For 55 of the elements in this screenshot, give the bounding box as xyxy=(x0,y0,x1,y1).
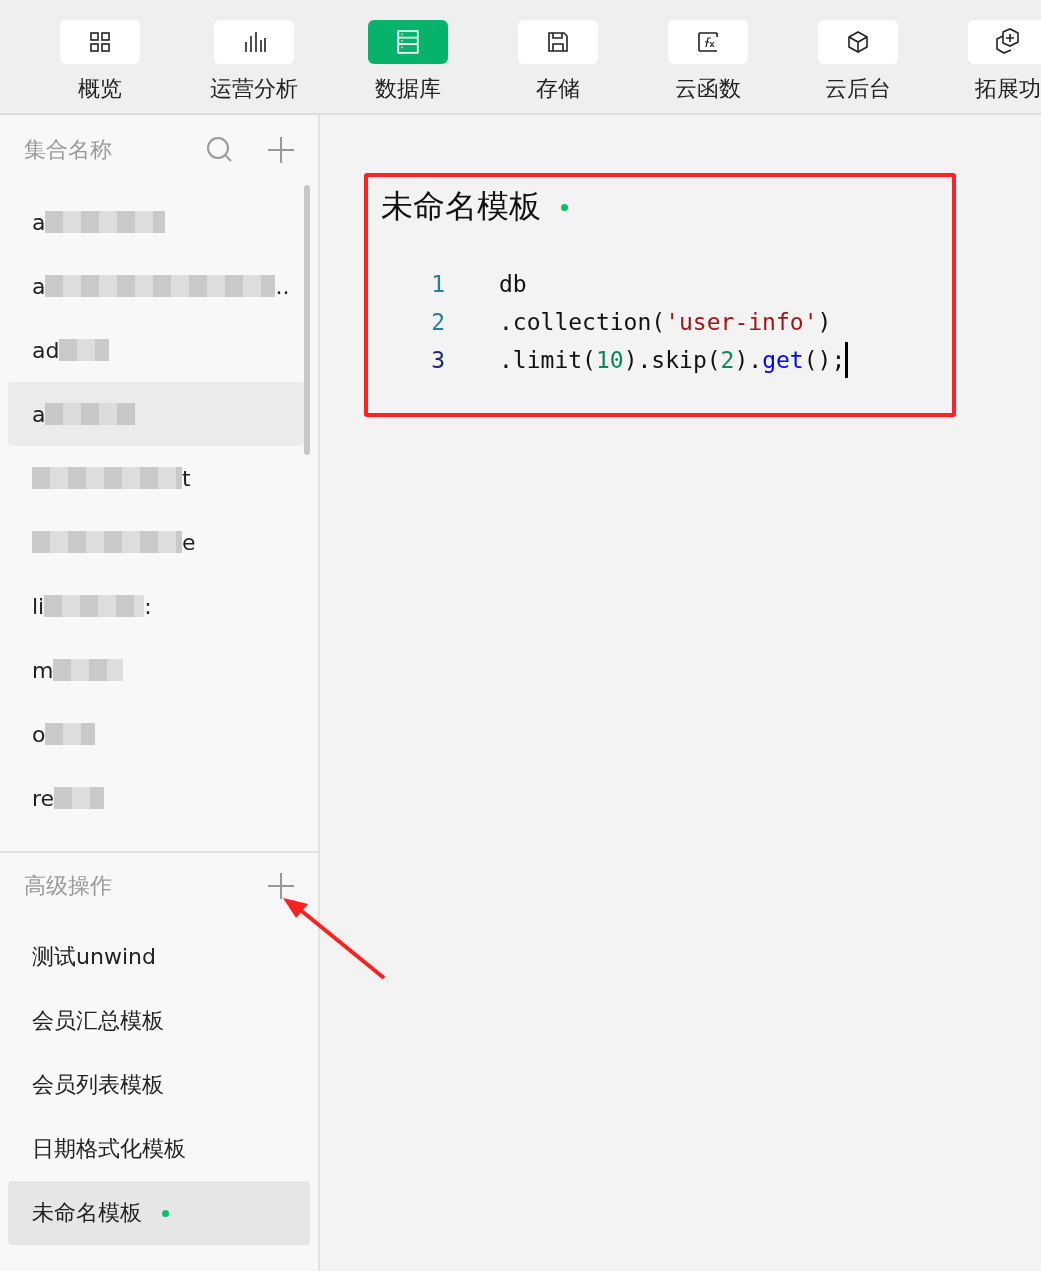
plus-icon xyxy=(268,137,294,163)
collection-name: a xyxy=(32,209,46,235)
collection-name: .. xyxy=(275,273,290,299)
section-title: 高级操作 xyxy=(24,872,113,900)
toolbar-tab[interactable]: 云后台 xyxy=(818,0,898,113)
template-name: 日期格式化模板 xyxy=(32,1135,186,1163)
code-line: .limit(10).skip(2).get(); xyxy=(499,347,846,373)
function-icon xyxy=(696,30,720,54)
collection-name: e xyxy=(182,529,196,555)
line-number: 1 xyxy=(430,271,445,297)
collection-name: m xyxy=(32,657,54,683)
collection-name: li xyxy=(32,593,45,619)
add-button[interactable] xyxy=(268,873,294,899)
toolbar-tab[interactable]: 概览 xyxy=(60,0,140,113)
code-line: .collection('user-info') xyxy=(499,309,832,335)
section-title: 集合名称 xyxy=(24,136,113,164)
plus-icon xyxy=(268,873,294,899)
template-name: 会员汇总模板 xyxy=(32,1007,164,1035)
collection-item[interactable]: a xyxy=(8,382,304,446)
toolbar-tab[interactable]: 存储 xyxy=(518,0,598,113)
toolbar-tab[interactable]: 运营分析 xyxy=(210,0,298,113)
template-item[interactable]: 未命名模板 xyxy=(8,1181,310,1245)
collection-name: ad xyxy=(32,337,60,363)
toolbar-tab[interactable]: 拓展功 xyxy=(968,0,1041,113)
template-name: 测试unwind xyxy=(32,943,156,971)
collection-name: t xyxy=(182,465,191,491)
line-number: 2 xyxy=(430,309,445,335)
text-cursor xyxy=(845,342,849,378)
save-icon xyxy=(546,30,570,54)
add-button[interactable] xyxy=(268,137,294,163)
toolbar-tab[interactable]: 云函数 xyxy=(668,0,748,113)
collection-name: re xyxy=(32,785,55,811)
collection-name: a xyxy=(32,273,46,299)
redaction-mosaic xyxy=(54,787,105,809)
code-line: db xyxy=(499,271,527,297)
line-number: 3 xyxy=(430,347,445,373)
grid-icon xyxy=(88,30,112,54)
template-name: 会员列表模板 xyxy=(32,1071,164,1099)
scrollbar[interactable] xyxy=(304,185,310,455)
collection-name: : xyxy=(144,593,152,619)
redaction-mosaic xyxy=(45,723,96,745)
cube-icon xyxy=(846,30,870,54)
bar-chart-icon xyxy=(242,30,266,54)
hexagon-plus-icon xyxy=(994,28,1022,56)
template-name: 未命名模板 xyxy=(32,1199,142,1227)
redaction-mosaic xyxy=(59,339,110,361)
search-button[interactable] xyxy=(206,136,234,164)
redaction-mosaic xyxy=(53,659,124,681)
toolbar-tab[interactable]: 数据库 xyxy=(368,0,448,113)
collection-name: o xyxy=(32,721,46,747)
database-icon xyxy=(395,29,421,55)
editor-title: 未命名模板 xyxy=(381,186,541,227)
unsaved-dot xyxy=(162,1209,169,1217)
collection-name: a xyxy=(32,401,46,427)
search-icon xyxy=(206,136,234,164)
